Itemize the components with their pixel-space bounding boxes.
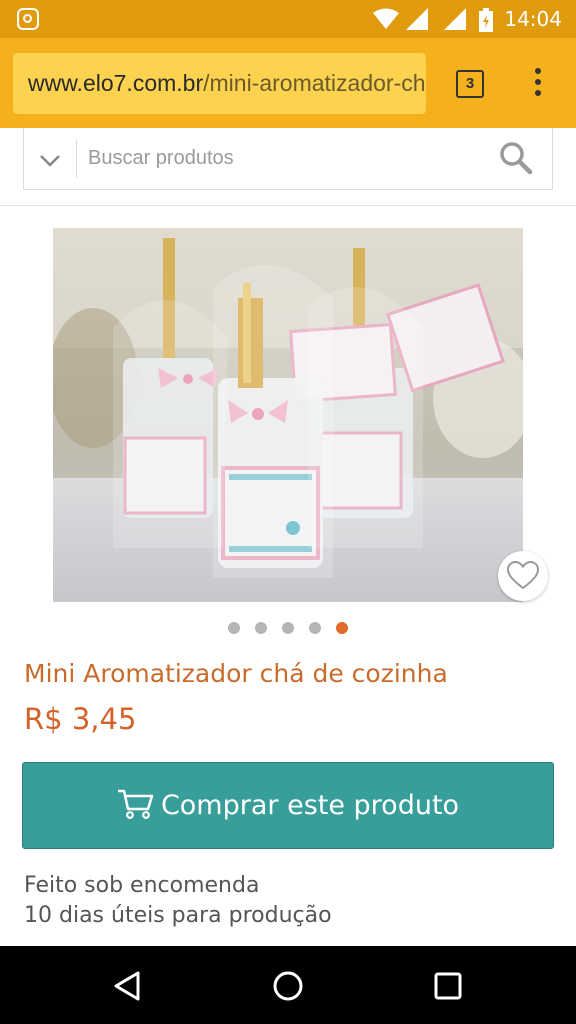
url-path: /mini-aromatizador-cha-de-cozinha: [203, 70, 426, 96]
instagram-icon: [17, 8, 39, 30]
url-field[interactable]: www.elo7.com.br/mini-aromatizador-cha-de…: [13, 53, 426, 114]
wifi-icon: [373, 8, 399, 29]
cart-icon: [117, 789, 154, 819]
system-nav-bar: [0, 946, 576, 1024]
carousel-dot[interactable]: [228, 622, 240, 634]
more-vert-icon[interactable]: [528, 68, 548, 100]
status-bar: 14:04: [0, 0, 576, 38]
search-box: [23, 128, 553, 190]
browser-toolbar: www.elo7.com.br/mini-aromatizador-cha-de…: [0, 38, 576, 128]
carousel-dot[interactable]: [309, 622, 321, 634]
favorite-button[interactable]: [498, 551, 548, 601]
buy-button-label: Comprar este produto: [160, 790, 460, 821]
url-domain: www.elo7.com.br: [28, 70, 204, 96]
chevron-down-icon[interactable]: [38, 148, 62, 172]
search-input[interactable]: [88, 138, 478, 178]
production-time: 10 dias úteis para produção: [24, 903, 332, 928]
production-type: Feito sob encomenda: [24, 873, 260, 898]
heart-icon: [507, 561, 539, 590]
tab-switcher-button[interactable]: 3: [456, 70, 484, 98]
signal-icon: [406, 8, 428, 30]
clock: 14:04: [504, 7, 562, 31]
battery-icon: [479, 8, 493, 32]
carousel-dot[interactable]: [255, 622, 267, 634]
product-title: Mini Aromatizador chá de cozinha: [24, 659, 448, 688]
product-image[interactable]: [53, 228, 523, 602]
signal-icon: [444, 8, 466, 30]
product-photo: [53, 228, 523, 602]
carousel-indicator: [0, 622, 576, 636]
search-bar: [0, 128, 576, 206]
search-divider: [76, 140, 77, 178]
search-icon[interactable]: [498, 140, 534, 176]
recents-icon[interactable]: [428, 966, 468, 1006]
home-icon[interactable]: [268, 966, 308, 1006]
back-icon[interactable]: [108, 966, 148, 1006]
buy-button[interactable]: Comprar este produto: [22, 762, 554, 849]
carousel-dot[interactable]: [282, 622, 294, 634]
product-price: R$ 3,45: [24, 702, 137, 736]
carousel-dot-active[interactable]: [336, 622, 348, 634]
